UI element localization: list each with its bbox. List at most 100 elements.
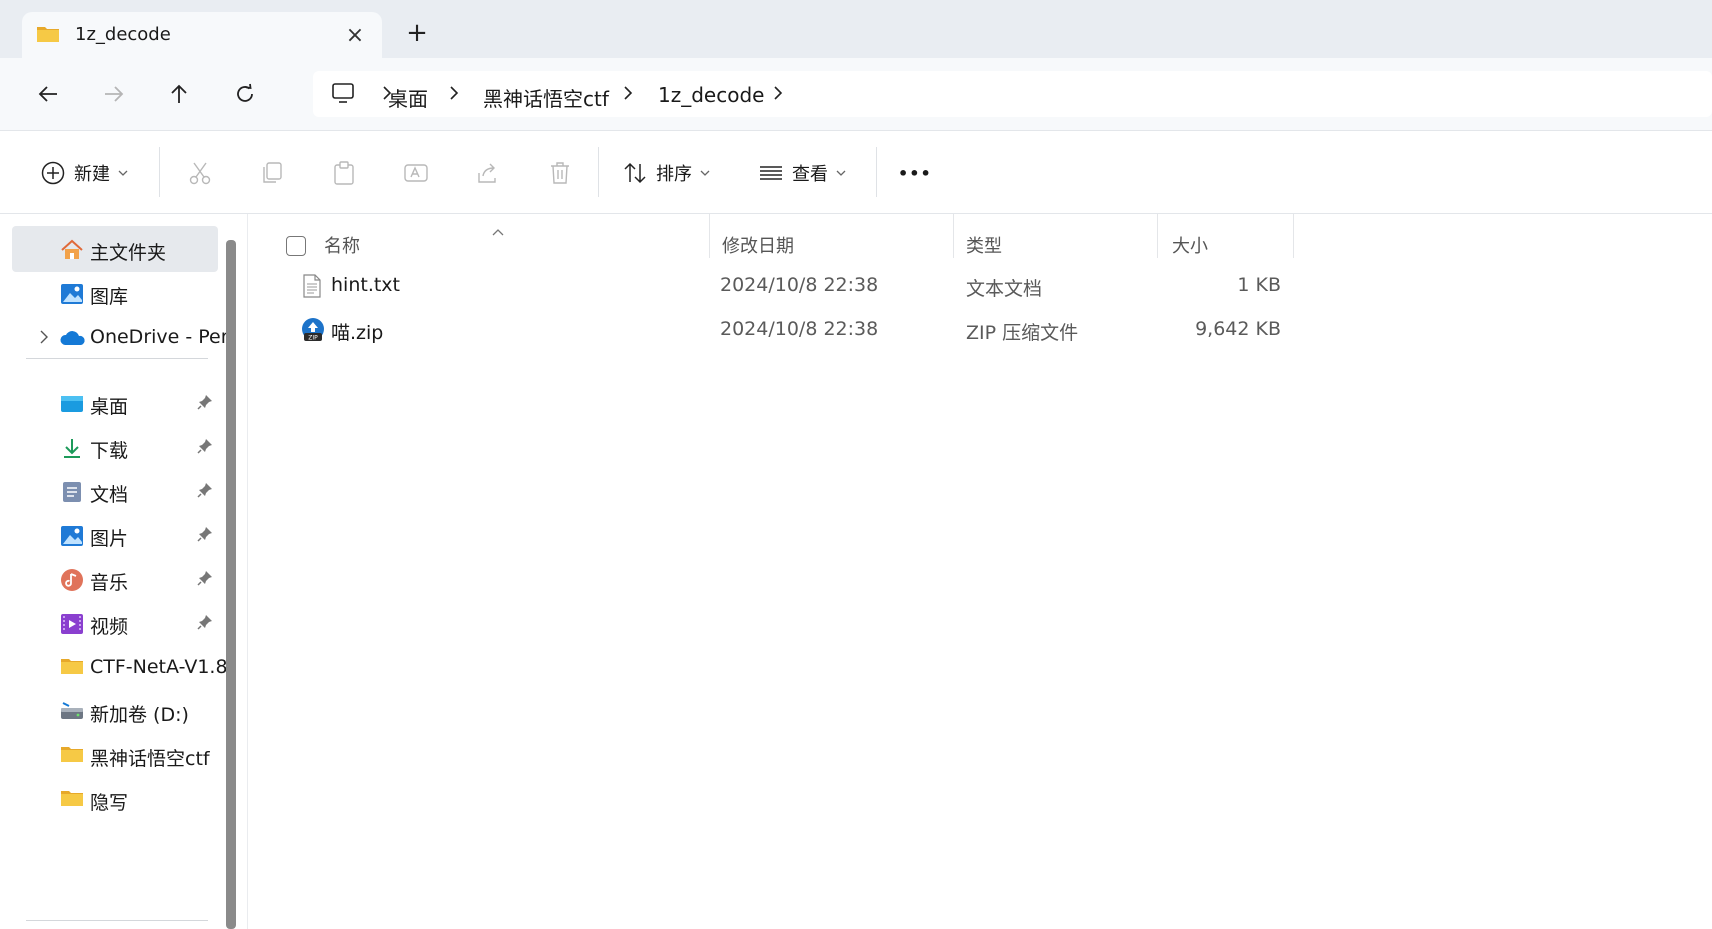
plus-circle-icon: [41, 161, 65, 185]
column-header-type[interactable]: 类型: [954, 222, 1157, 262]
sidebar-item-label: 主文件夹: [90, 242, 167, 264]
sidebar-item-videos[interactable]: 视频: [12, 600, 218, 646]
sidebar-divider: [26, 920, 208, 921]
music-icon: [60, 568, 84, 592]
file-list: 名称 修改日期 类型 大小 hint.txt 2024/10/8 22:38 文…: [248, 214, 1712, 929]
sidebar-item-documents[interactable]: 文档: [12, 468, 218, 514]
pin-icon[interactable]: [197, 394, 213, 415]
close-tab-icon[interactable]: ×: [342, 22, 368, 48]
arrow-up-icon: [171, 84, 187, 103]
refresh-button[interactable]: [225, 74, 265, 114]
new-tab-button[interactable]: +: [402, 18, 432, 48]
select-all-checkbox[interactable]: [286, 236, 306, 256]
forward-button[interactable]: [94, 74, 134, 114]
navigation-pane: 主文件夹 图库 OneDrive - Per 桌面 下载 文档 图片 音乐 视频…: [0, 214, 248, 929]
column-type-label: 类型: [966, 236, 1002, 257]
column-date-label: 修改日期: [722, 236, 794, 257]
sort-button[interactable]: 排序: [622, 156, 710, 190]
column-name-label: 名称: [324, 236, 360, 257]
documents-icon: [60, 480, 84, 504]
view-button[interactable]: 查看: [758, 156, 846, 190]
chevron-right-icon[interactable]: [444, 83, 464, 103]
cut-button[interactable]: [187, 156, 213, 190]
scissors-icon: [189, 162, 211, 185]
arrow-right-icon: [105, 86, 124, 102]
sidebar-item-home[interactable]: 主文件夹: [12, 226, 218, 272]
sidebar-item-onedrive[interactable]: OneDrive - Per: [12, 314, 229, 360]
file-type: 文本文档: [966, 278, 1043, 300]
file-date: 2024/10/8 22:38: [720, 318, 879, 340]
chevron-down-icon: [118, 170, 128, 176]
sidebar-item-label: OneDrive - Per: [90, 326, 229, 348]
drive-icon: [60, 700, 84, 724]
home-icon: [60, 238, 84, 262]
chevron-right-icon[interactable]: [618, 83, 638, 103]
column-header-date[interactable]: 修改日期: [710, 222, 953, 262]
delete-button[interactable]: [547, 156, 573, 190]
this-pc-icon[interactable]: [331, 81, 355, 110]
chevron-right-icon[interactable]: [768, 83, 788, 103]
pin-icon[interactable]: [197, 526, 213, 547]
tab-strip: 1z_decode × +: [0, 0, 1712, 58]
onedrive-icon: [60, 326, 85, 350]
clipboard-icon: [334, 161, 354, 185]
sidebar-item-steganography[interactable]: 隐写: [12, 776, 218, 822]
up-button[interactable]: [159, 74, 199, 114]
rename-icon: [404, 164, 428, 182]
gallery-icon: [60, 282, 84, 306]
file-name: 喵.zip: [331, 322, 384, 344]
pin-icon[interactable]: [197, 438, 213, 459]
sidebar-item-drive-d[interactable]: 新加卷 (D:): [12, 688, 218, 734]
sidebar-item-pictures[interactable]: 图片: [12, 512, 218, 558]
share-icon: [478, 163, 496, 183]
sidebar-item-downloads[interactable]: 下载: [12, 424, 218, 470]
more-options-icon[interactable]: •••: [898, 156, 932, 190]
sidebar-scrollbar[interactable]: [226, 240, 236, 929]
column-divider[interactable]: [1293, 214, 1294, 258]
file-explorer-window: 1z_decode × + 桌面 黑神话悟空ctf 1z_decode 新建 排…: [0, 0, 1712, 929]
sidebar-item-music[interactable]: 音乐: [12, 556, 218, 602]
sort-label: 排序: [656, 164, 692, 185]
sidebar-item-desktop[interactable]: 桌面: [12, 380, 218, 426]
copy-icon: [263, 162, 282, 183]
trash-icon: [551, 162, 569, 184]
sidebar-item-ctf-neta[interactable]: CTF-NetA-V1.8: [12, 644, 228, 690]
pin-icon[interactable]: [197, 482, 213, 503]
pin-icon[interactable]: [197, 614, 213, 635]
back-button[interactable]: [28, 74, 68, 114]
toolbar-divider: [159, 147, 160, 197]
sidebar-item-label: 隐写: [90, 792, 129, 814]
breadcrumb-current[interactable]: 1z_decode: [658, 83, 764, 107]
sidebar-item-gallery[interactable]: 图库: [12, 270, 218, 316]
breadcrumb-desktop[interactable]: 桌面: [388, 83, 428, 112]
rename-button[interactable]: [403, 156, 429, 190]
toolbar-divider: [598, 147, 599, 197]
copy-button[interactable]: [259, 156, 285, 190]
paste-button[interactable]: [331, 156, 357, 190]
file-type: ZIP 压缩文件: [966, 322, 1079, 344]
text-file-icon: [302, 274, 322, 303]
chevron-right-icon[interactable]: [39, 328, 49, 349]
refresh-icon: [237, 83, 253, 102]
navigation-bar: 桌面 黑神话悟空ctf 1z_decode: [0, 58, 1712, 131]
folder-icon: [60, 788, 84, 812]
new-button[interactable]: 新建: [40, 156, 128, 190]
sort-icon: [624, 162, 646, 184]
sidebar-item-label: 黑神话悟空ctf: [90, 748, 210, 770]
column-header-name[interactable]: 名称: [248, 222, 712, 262]
file-row-meow-zip[interactable]: ZIP 喵.zip 2024/10/8 22:38 ZIP 压缩文件 9,642…: [248, 308, 1712, 352]
column-header-size[interactable]: 大小: [1158, 222, 1293, 262]
tab-title: 1z_decode: [75, 24, 171, 45]
breadcrumb-folder[interactable]: 黑神话悟空ctf: [483, 83, 609, 112]
list-view-icon: [760, 166, 782, 180]
pin-icon[interactable]: [197, 570, 213, 591]
share-button[interactable]: [475, 156, 501, 190]
zip-file-icon: ZIP: [301, 317, 325, 348]
sidebar-item-wukong-ctf[interactable]: 黑神话悟空ctf: [12, 732, 218, 778]
arrow-left-icon: [38, 86, 57, 102]
file-row-hint-txt[interactable]: hint.txt 2024/10/8 22:38 文本文档 1 KB: [248, 264, 1712, 308]
tab-1z-decode[interactable]: 1z_decode ×: [22, 12, 382, 58]
folder-icon: [60, 744, 84, 768]
address-bar[interactable]: 桌面 黑神话悟空ctf 1z_decode: [313, 71, 1712, 117]
pictures-icon: [60, 524, 84, 548]
